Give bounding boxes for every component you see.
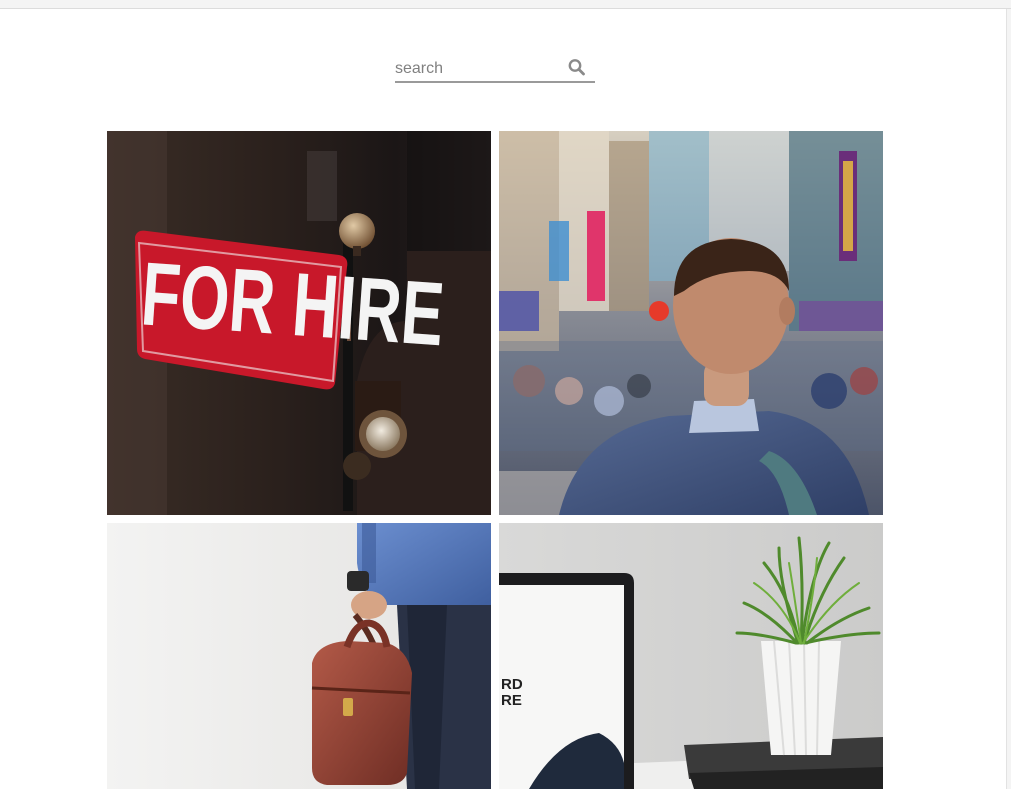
for-hire-sign-text: FOR HIRE (138, 245, 447, 365)
laptop-screen-text-line1: RD (501, 676, 523, 693)
gallery-image-laptop-plant[interactable]: RD RE (499, 523, 883, 789)
browser-top-bar (0, 0, 1011, 9)
gallery-image-for-hire[interactable]: FOR HIRE (107, 131, 491, 515)
gallery-image-briefcase[interactable] (107, 523, 491, 789)
laptop-screen-text-line2: RE (501, 692, 522, 709)
page-scrollbar-track[interactable] (1006, 9, 1011, 789)
search-bar (395, 56, 595, 83)
search-input[interactable] (395, 58, 565, 80)
gallery-image-city-man[interactable] (499, 131, 883, 515)
search-icon[interactable] (567, 58, 589, 78)
